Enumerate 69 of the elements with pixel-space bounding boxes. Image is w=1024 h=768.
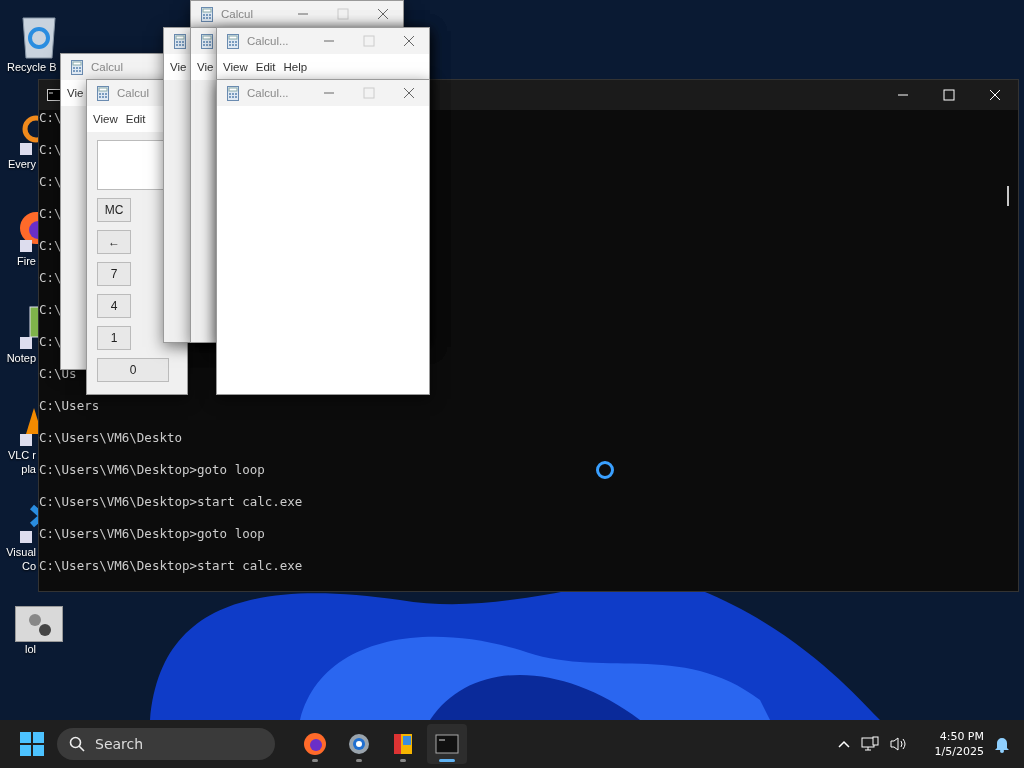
calculator-icon	[174, 33, 186, 49]
terminal-line: C:\Users\VM6\Desktop>start calc.exe	[39, 558, 303, 574]
menu-item[interactable]: Edit	[125, 113, 146, 125]
calculator-icon	[71, 59, 83, 75]
window-title: Calcul...	[247, 35, 289, 47]
terminal-line: C:\	[39, 110, 62, 126]
terminal-line: C:\Users	[39, 398, 100, 414]
window-title: Calcul	[91, 61, 123, 73]
terminal-line: C:\	[39, 302, 62, 318]
terminal-line: C:\	[39, 334, 62, 350]
clock-date[interactable]: 1/5/2025	[934, 744, 984, 759]
menu-item[interactable]: Vie	[170, 61, 187, 73]
browser-icon	[303, 732, 327, 756]
desktop-icon-label: VLC r	[7, 448, 36, 462]
bell-icon[interactable]	[994, 735, 1010, 753]
menu-item[interactable]: View	[93, 113, 118, 125]
window-title: Calcul	[117, 87, 149, 99]
search-icon	[69, 736, 85, 752]
calculator-icon	[227, 33, 239, 49]
terminal-line: C:\Users\VM6\Desktop>start calc.exe	[39, 494, 303, 510]
menu-item[interactable]: Edit	[255, 61, 276, 73]
menu-item[interactable]: Help	[283, 61, 308, 73]
terminal-line: C:\	[39, 174, 62, 190]
terminal-icon	[435, 732, 459, 756]
terminal-line: C:\	[39, 206, 62, 222]
network-icon[interactable]	[860, 736, 879, 752]
clock-time[interactable]: 4:50 PM	[939, 729, 984, 744]
taskbar-app-button[interactable]	[427, 724, 467, 764]
desktop-icon-label: Visual	[6, 545, 36, 559]
desktop-icon-label: lol	[25, 642, 36, 656]
terminal-line: C:\Users\VM6\Desktop>goto loop	[39, 462, 265, 478]
desktop-icon-label: Notep	[6, 351, 36, 365]
windows-start-icon[interactable]	[20, 732, 44, 756]
calculator-key[interactable]: 7	[97, 262, 131, 286]
calculator-icon	[97, 85, 109, 101]
window-title: Calcul...	[247, 87, 289, 99]
loading-spinner-icon	[595, 460, 615, 480]
calculator-key[interactable]: ←	[97, 230, 131, 254]
recycle-bin-icon[interactable]	[19, 14, 59, 60]
search-field[interactable]: Search	[57, 728, 275, 760]
terminal-icon	[47, 89, 61, 101]
menu-item[interactable]: Vie	[67, 87, 84, 99]
calculator-icon	[201, 6, 213, 22]
settings-icon	[347, 732, 371, 756]
chevron-up-icon[interactable]	[836, 739, 851, 749]
gears-folder-icon[interactable]	[15, 606, 63, 642]
calculator-key[interactable]: 4	[97, 294, 131, 318]
terminal-line: C:\	[39, 270, 62, 286]
calculator-key[interactable]: 1	[97, 326, 131, 350]
menu-item[interactable]: View	[223, 61, 248, 73]
desktop-icon-label: Co	[21, 559, 36, 573]
calculator-icon	[227, 85, 239, 101]
desktop-icon-label: Fire	[17, 254, 36, 268]
speaker-icon[interactable]	[888, 736, 907, 752]
calculator-icon	[201, 33, 213, 49]
photos-icon	[391, 732, 415, 756]
terminal-line: C:\Users\VM6\Deskto	[39, 430, 182, 446]
desktop-icon-label: Every	[7, 157, 36, 171]
terminal-line: C:\Us	[39, 366, 77, 382]
desktop-icon-label: Recycle B	[7, 60, 57, 74]
terminal-line: C:\	[39, 238, 62, 254]
menu-item[interactable]: Vie	[197, 61, 214, 73]
terminal-line: C:\Users\VM6\Desktop>goto loop	[39, 526, 265, 542]
desktop-icon-label: pla	[21, 462, 36, 476]
calculator-key[interactable]: 0	[97, 358, 169, 382]
calculator-key[interactable]: MC	[97, 198, 131, 222]
scrollbar-thumb[interactable]	[1007, 186, 1009, 206]
window-title: Calcul	[221, 8, 253, 20]
terminal-line: C:\	[39, 142, 62, 158]
